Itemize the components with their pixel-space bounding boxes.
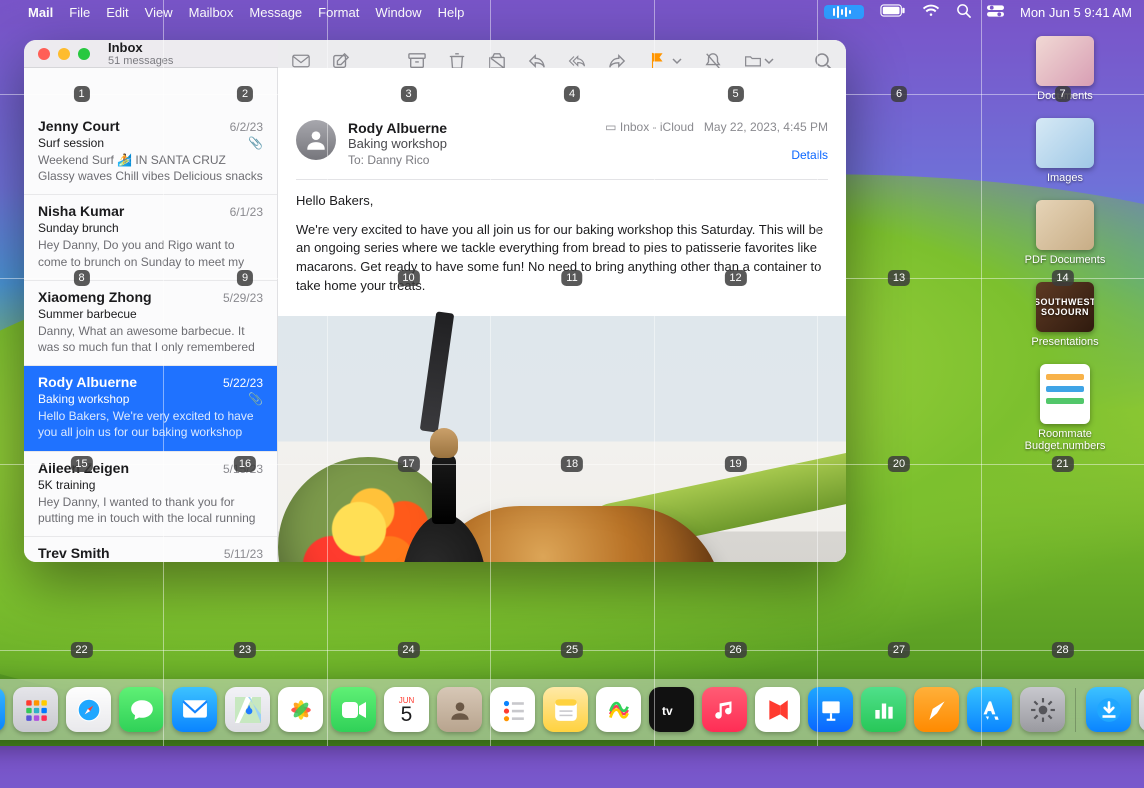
- reader-from: Rody Albuerne: [348, 120, 593, 136]
- menubar: Mail File Edit View Mailbox Message Form…: [0, 0, 1144, 24]
- desktop-folder-images[interactable]: Images: [1036, 118, 1094, 184]
- menu-window[interactable]: Window: [375, 5, 421, 20]
- grid-number: 25: [561, 642, 583, 658]
- reply-icon[interactable]: [528, 52, 546, 70]
- dock-news[interactable]: [755, 687, 800, 732]
- dock-numbers[interactable]: [861, 687, 906, 732]
- reader-body: We're very excited to have you all join …: [296, 221, 828, 296]
- dock-launchpad[interactable]: [13, 687, 58, 732]
- attachment-image: [278, 316, 846, 562]
- grid-number: 21: [1051, 456, 1073, 472]
- dock-contacts[interactable]: [437, 687, 482, 732]
- message-list: Jenny Court6/2/23Surf session📎Weekend Su…: [24, 68, 278, 562]
- message-row[interactable]: Jenny Court6/2/23Surf session📎Weekend Su…: [24, 110, 277, 195]
- grid-number: 24: [397, 642, 419, 658]
- spotlight-icon[interactable]: [956, 3, 971, 21]
- minimize-window-button[interactable]: [58, 48, 70, 60]
- close-window-button[interactable]: [38, 48, 50, 60]
- fullscreen-window-button[interactable]: [78, 48, 90, 60]
- grid-number: 27: [888, 642, 910, 658]
- search-icon[interactable]: [814, 52, 832, 70]
- avatar: [296, 120, 336, 160]
- message-row[interactable]: Aileen Zeigen5/15/235K trainingHey Danny…: [24, 452, 277, 537]
- menu-format[interactable]: Format: [318, 5, 359, 20]
- mailbox-title: Inbox: [108, 40, 173, 55]
- dock-appstore[interactable]: [967, 687, 1012, 732]
- grid-number: 28: [1051, 642, 1073, 658]
- grid-number: 26: [724, 642, 746, 658]
- inbox-tag-icon: ▭: [605, 120, 616, 134]
- grid-number: 22: [70, 642, 92, 658]
- dock-photos[interactable]: [278, 687, 323, 732]
- compose-icon[interactable]: [332, 52, 350, 70]
- reply-all-icon[interactable]: [568, 52, 586, 70]
- get-mail-icon[interactable]: [292, 52, 310, 70]
- dock-tv[interactable]: tv: [649, 687, 694, 732]
- desktop-folder-pdf[interactable]: PDF Documents: [1025, 200, 1106, 266]
- svg-text:tv: tv: [662, 704, 673, 718]
- trash-icon[interactable]: [448, 52, 466, 70]
- desktop-icons: Documents Images PDF Documents SOUTHWEST…: [1000, 36, 1130, 452]
- dock-mail[interactable]: [172, 687, 217, 732]
- menu-message[interactable]: Message: [249, 5, 302, 20]
- desktop-folder-documents[interactable]: Documents: [1036, 36, 1094, 102]
- flag-icon[interactable]: [648, 52, 666, 70]
- menu-mailbox[interactable]: Mailbox: [189, 5, 234, 20]
- battery-icon[interactable]: [880, 4, 906, 20]
- menu-edit[interactable]: Edit: [106, 5, 128, 20]
- dock: JUN5 tv: [0, 679, 1144, 740]
- grid-number: 23: [234, 642, 256, 658]
- details-link[interactable]: Details: [605, 148, 828, 162]
- dock-facetime[interactable]: [331, 687, 376, 732]
- dock-safari[interactable]: [66, 687, 111, 732]
- message-row[interactable]: Nisha Kumar6/1/23Sunday brunchHey Danny,…: [24, 195, 277, 280]
- dock-freeform[interactable]: [596, 687, 641, 732]
- dock-system-settings[interactable]: [1020, 687, 1065, 732]
- grid-number: 6: [891, 86, 907, 102]
- dock-maps[interactable]: [225, 687, 270, 732]
- forward-icon[interactable]: [608, 52, 626, 70]
- dock-notes[interactable]: [543, 687, 588, 732]
- attachment-icon: 📎: [248, 392, 263, 406]
- dock-music[interactable]: [702, 687, 747, 732]
- desktop-file-roommate-budget[interactable]: Roommate Budget.numbers: [1000, 364, 1130, 452]
- grid-number: 13: [888, 270, 910, 286]
- message-reader: Rody Albuerne Baking workshop To: Danny …: [278, 68, 846, 562]
- reader-date: May 22, 2023, 4:45 PM: [704, 120, 828, 134]
- message-row[interactable]: Trev Smith5/11/23Illustration referenceH…: [24, 537, 277, 562]
- dock-trash[interactable]: [1139, 687, 1144, 732]
- wifi-icon[interactable]: [922, 4, 940, 20]
- archive-icon[interactable]: [408, 52, 426, 70]
- dock-keynote[interactable]: [808, 687, 853, 732]
- dock-pages[interactable]: [914, 687, 959, 732]
- dock-finder[interactable]: [0, 687, 5, 732]
- menu-help[interactable]: Help: [438, 5, 465, 20]
- desktop-folder-presentations[interactable]: SOUTHWESTSOJOURNPresentations: [1031, 282, 1098, 348]
- voice-control-icon[interactable]: [824, 5, 864, 19]
- flag-dropdown-icon[interactable]: [672, 56, 682, 66]
- reader-greeting: Hello Bakers,: [296, 192, 828, 211]
- dock-downloads[interactable]: [1086, 687, 1131, 732]
- menu-view[interactable]: View: [145, 5, 173, 20]
- dock-reminders[interactable]: [490, 687, 535, 732]
- dock-calendar[interactable]: JUN5: [384, 687, 429, 732]
- dock-messages[interactable]: [119, 687, 164, 732]
- message-row[interactable]: Rody Albuerne5/22/23Baking workshop📎Hell…: [24, 366, 277, 451]
- window-controls: [24, 48, 104, 60]
- menu-file[interactable]: File: [69, 5, 90, 20]
- app-menu[interactable]: Mail: [28, 5, 53, 20]
- mute-icon[interactable]: [704, 52, 722, 70]
- grid-number: 20: [888, 456, 910, 472]
- message-row[interactable]: Xiaomeng Zhong5/29/23Summer barbecueDann…: [24, 281, 277, 366]
- attachment-icon: 📎: [248, 136, 263, 150]
- mail-window: Inbox 51 messages Jenny Court6/2/23Surf …: [24, 40, 846, 562]
- control-center-icon[interactable]: [987, 5, 1004, 20]
- reader-subject: Baking workshop: [348, 136, 593, 151]
- reader-to: Danny Rico: [367, 153, 429, 167]
- move-icon[interactable]: [744, 52, 774, 70]
- junk-icon[interactable]: [488, 52, 506, 70]
- clock[interactable]: Mon Jun 5 9:41 AM: [1020, 5, 1132, 20]
- mailbox-count: 51 messages: [108, 55, 173, 67]
- reader-mailbox: Inbox - iCloud: [620, 120, 694, 134]
